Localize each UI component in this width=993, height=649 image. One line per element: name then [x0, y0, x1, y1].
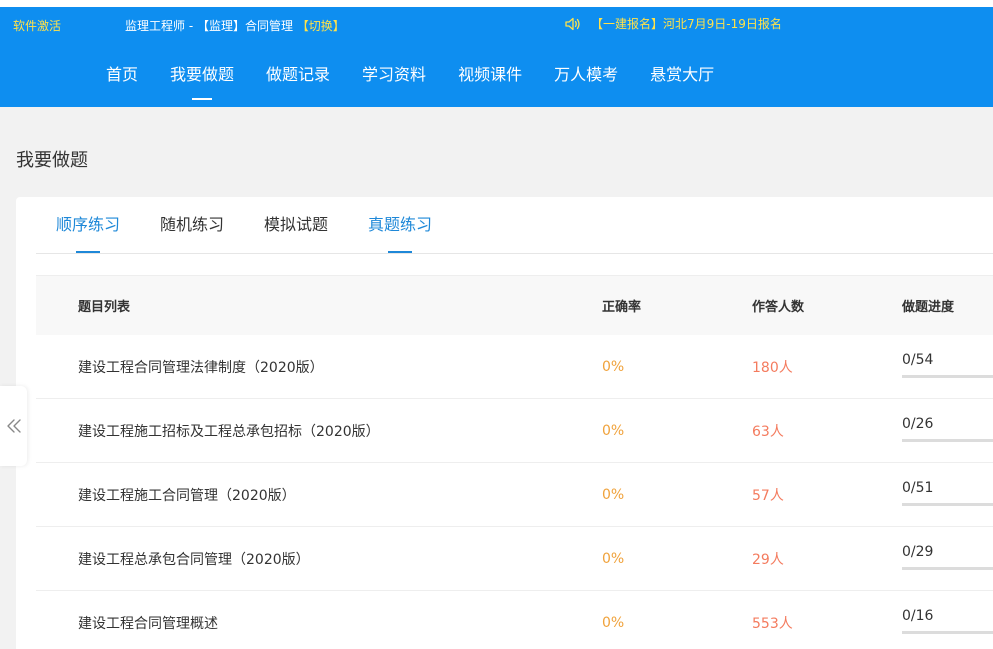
table-row[interactable]: 建设工程总承包合同管理（2020版） 0% 29人 0/29 [36, 527, 993, 591]
answer-count-value: 29人 [752, 551, 784, 568]
progress-indicator: 0/51 [902, 480, 993, 506]
nav-home[interactable]: 首页 [90, 63, 154, 87]
progress-text: 0/51 [902, 479, 934, 496]
accuracy-value: 0% [602, 614, 625, 631]
question-table: 题目列表 正确率 作答人数 做题进度 建设工程合同管理法律制度（2020版） 0… [36, 275, 993, 649]
progress-text: 0/26 [902, 415, 934, 432]
table-row[interactable]: 建设工程合同管理法律制度（2020版） 0% 180人 0/54 [36, 335, 993, 399]
accuracy-value: 0% [602, 486, 625, 503]
header-question-list: 题目列表 [78, 300, 131, 315]
question-name[interactable]: 建设工程总承包合同管理（2020版） [36, 549, 602, 569]
nav-videos[interactable]: 视频课件 [442, 63, 538, 87]
table-row[interactable]: 建设工程施工招标及工程总承包招标（2020版） 0% 63人 0/26 [36, 399, 993, 463]
question-name[interactable]: 建设工程施工招标及工程总承包招标（2020版） [36, 421, 602, 441]
sidebar-toggle-button[interactable] [0, 386, 27, 466]
practice-card: 顺序练习 随机练习 模拟试题 真题练习 题目列表 正确率 作答人数 做题进度 建… [16, 197, 993, 649]
tab-random-practice[interactable]: 随机练习 [160, 211, 224, 239]
practice-tabs: 顺序练习 随机练习 模拟试题 真题练习 [56, 211, 472, 239]
progress-indicator: 0/26 [902, 416, 993, 442]
activate-software-link[interactable]: 软件激活 [13, 17, 61, 34]
progress-indicator: 0/54 [902, 352, 993, 378]
course-selector: 监理工程师 - 【监理】合同管理 【切换】 [125, 17, 345, 34]
tab-divider [36, 253, 993, 254]
accuracy-value: 0% [602, 358, 625, 375]
answer-count-value: 57人 [752, 487, 784, 504]
switch-course-link[interactable]: 【切换】 [297, 19, 345, 33]
progress-track [902, 502, 993, 506]
progress-track [902, 374, 993, 378]
answer-count-value: 180人 [752, 359, 793, 376]
accuracy-value: 0% [602, 422, 625, 439]
header-accuracy: 正确率 [602, 300, 642, 315]
progress-text: 0/54 [902, 351, 934, 368]
progress-track [902, 630, 993, 634]
speaker-icon [565, 17, 580, 30]
table-row[interactable]: 建设工程合同管理概述 0% 553人 0/16 [36, 591, 993, 649]
table-row[interactable]: 建设工程施工合同管理（2020版） 0% 57人 0/51 [36, 463, 993, 527]
double-chevron-left-icon [6, 419, 21, 433]
notice-text: 【一建报名】河北7月9日-19日报名 [591, 17, 782, 31]
tab-mock-questions[interactable]: 模拟试题 [264, 211, 328, 239]
nav-mock-exam[interactable]: 万人模考 [538, 63, 634, 87]
question-name[interactable]: 建设工程施工合同管理（2020版） [36, 485, 602, 505]
progress-text: 0/29 [902, 543, 934, 560]
nav-materials[interactable]: 学习资料 [346, 63, 442, 87]
top-header: 软件激活 监理工程师 - 【监理】合同管理 【切换】 【一建报名】河北7月9日-… [0, 7, 993, 107]
notice-banner[interactable]: 【一建报名】河北7月9日-19日报名 [565, 15, 782, 32]
accuracy-value: 0% [602, 550, 625, 567]
answer-count-value: 553人 [752, 615, 793, 632]
tab-past-exam-practice[interactable]: 真题练习 [368, 211, 432, 239]
course-name: 监理工程师 - 【监理】合同管理 [125, 19, 297, 33]
question-name[interactable]: 建设工程合同管理概述 [36, 613, 602, 633]
table-header: 题目列表 正确率 作答人数 做题进度 [36, 275, 993, 335]
nav-practice[interactable]: 我要做题 [154, 63, 250, 87]
answer-count-value: 63人 [752, 423, 784, 440]
question-name[interactable]: 建设工程合同管理法律制度（2020版） [36, 357, 602, 377]
page-title: 我要做题 [16, 150, 88, 171]
progress-track [902, 566, 993, 570]
progress-track [902, 438, 993, 442]
nav-bounty-hall[interactable]: 悬赏大厅 [634, 63, 730, 87]
tab-sequential-practice[interactable]: 顺序练习 [56, 211, 120, 239]
nav-records[interactable]: 做题记录 [250, 63, 346, 87]
header-answer-count: 作答人数 [752, 300, 805, 315]
main-nav: 首页 我要做题 做题记录 学习资料 视频课件 万人模考 悬赏大厅 [90, 63, 730, 87]
header-progress: 做题进度 [902, 300, 955, 315]
progress-indicator: 0/16 [902, 608, 993, 634]
progress-indicator: 0/29 [902, 544, 993, 570]
progress-text: 0/16 [902, 607, 934, 624]
top-strip [0, 0, 993, 7]
